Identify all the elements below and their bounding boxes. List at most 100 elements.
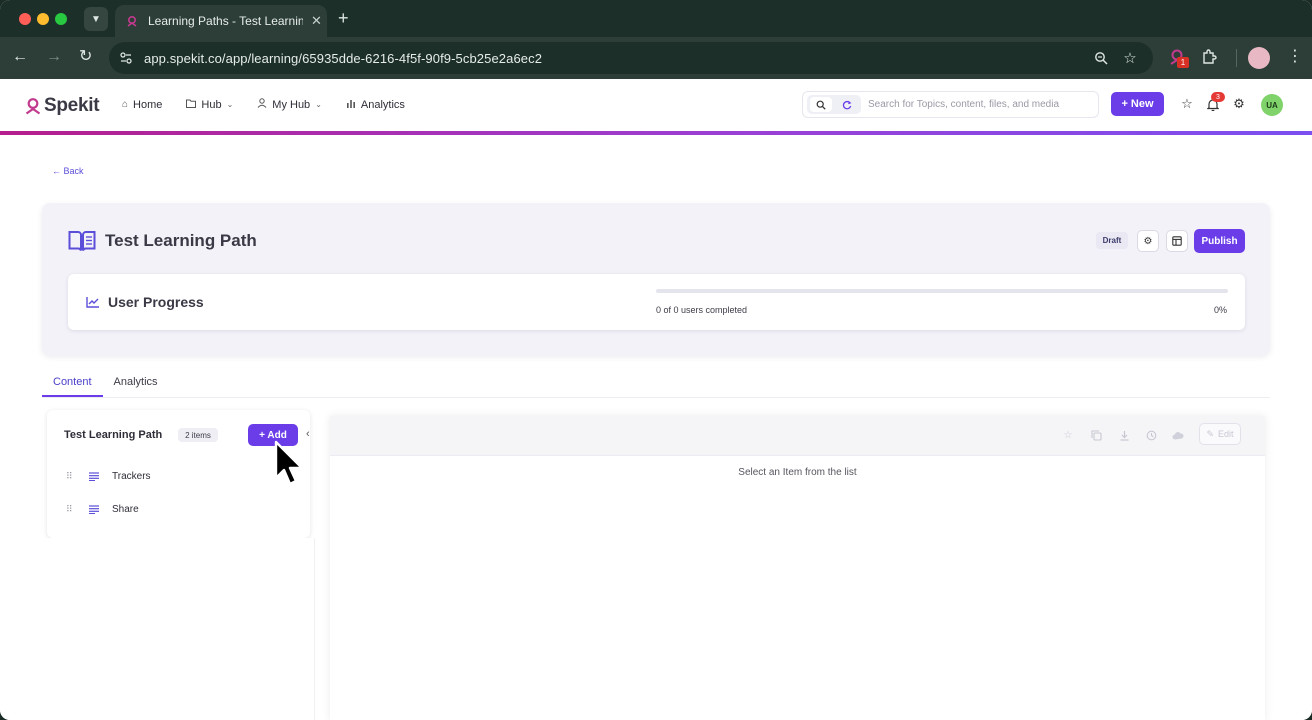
- learning-path-page: ← Back Test Learning Path Draft ⚙ Publis…: [0, 135, 1312, 720]
- star-icon[interactable]: ☆: [1062, 429, 1074, 441]
- learning-path-card: Test Learning Path Draft ⚙ Publish User …: [42, 203, 1270, 355]
- global-search[interactable]: Search for Topics, content, files, and m…: [802, 91, 1099, 118]
- bookmark-star-icon[interactable]: ☆: [1121, 49, 1139, 67]
- chevron-down-icon: ⌄: [315, 100, 322, 109]
- zoom-icon[interactable]: [1092, 49, 1110, 67]
- history-icon[interactable]: [1145, 429, 1157, 441]
- nav-item-analytics[interactable]: Analytics: [346, 99, 405, 111]
- notification-badge: 3: [1211, 92, 1225, 102]
- open-book-icon: [68, 230, 96, 252]
- user-icon: [257, 98, 267, 111]
- status-badge: Draft: [1096, 232, 1128, 249]
- app-header: Spekit ⌂ Home Hub ⌄ My Hub ⌄ Analytics S…: [0, 79, 1312, 131]
- nav-item-home[interactable]: ⌂ Home: [122, 99, 162, 111]
- extension-badge: 1: [1177, 57, 1189, 68]
- nav-label: My Hub: [272, 98, 311, 111]
- logo-text: Spekit: [44, 95, 100, 116]
- copy-icon[interactable]: [1090, 429, 1102, 441]
- list-item-label: Trackers: [112, 470, 151, 482]
- url-text: app.spekit.co/app/learning/65935dde-6216…: [144, 51, 543, 66]
- extensions-puzzle-icon[interactable]: [1200, 48, 1220, 68]
- drag-handle-icon[interactable]: ⠿: [66, 504, 76, 515]
- tab-content[interactable]: Content: [42, 367, 103, 397]
- edit-label: Edit: [1218, 429, 1234, 439]
- address-bar[interactable]: app.spekit.co/app/learning/65935dde-6216…: [109, 42, 1153, 74]
- toolbar-divider: [1236, 49, 1237, 67]
- browser-window: ▼ Learning Paths - Test Learning ✕ + ← →…: [0, 0, 1312, 720]
- browser-menu-icon[interactable]: ⋮: [1287, 47, 1303, 67]
- tab-strip: ▼ Learning Paths - Test Learning ✕ +: [0, 0, 1312, 37]
- mouse-cursor-icon: [274, 440, 304, 486]
- nav-label: Home: [133, 98, 163, 111]
- chevron-down-icon: ▼: [91, 13, 101, 25]
- back-arrow-icon[interactable]: ←: [12, 47, 28, 67]
- download-icon[interactable]: [1118, 429, 1130, 441]
- folder-icon: [186, 99, 197, 111]
- layout-button[interactable]: [1166, 230, 1188, 252]
- nav-item-my-hub[interactable]: My Hub ⌄: [257, 98, 322, 111]
- back-link[interactable]: ← Back: [52, 166, 84, 176]
- maximize-window-button[interactable]: [55, 13, 67, 25]
- settings-button[interactable]: ⚙: [1137, 230, 1159, 252]
- close-tab-icon[interactable]: ✕: [311, 13, 322, 29]
- tabs-divider: [42, 397, 1270, 398]
- search-mode-toggle[interactable]: [807, 95, 861, 114]
- page-title: Test Learning Path: [105, 231, 257, 250]
- detail-toolbar: ☆ ✎ Edit: [330, 416, 1265, 456]
- user-progress-card: User Progress 0 of 0 users completed 0%: [68, 274, 1245, 330]
- drag-handle-icon[interactable]: ⠿: [66, 471, 76, 482]
- layout-icon: [1172, 236, 1182, 246]
- bar-chart-icon: [346, 99, 356, 111]
- pencil-icon: ✎: [1206, 428, 1215, 439]
- forward-arrow-icon[interactable]: →: [46, 47, 62, 67]
- progress-percent: 0%: [1213, 305, 1227, 315]
- reload-icon[interactable]: ↻: [79, 47, 92, 67]
- content-list-panel: Test Learning Path 2 items + Add ‹ ⠿ Tra…: [47, 410, 310, 538]
- tab-search-button[interactable]: ▼: [84, 7, 108, 31]
- tab-title: Learning Paths - Test Learning: [148, 14, 303, 28]
- new-button[interactable]: + New: [1111, 92, 1164, 116]
- list-title: Test Learning Path: [64, 429, 163, 441]
- page-tabs: Content Analytics: [42, 367, 169, 397]
- progress-title: User Progress: [108, 294, 204, 310]
- progress-bar: [656, 289, 1228, 293]
- user-avatar[interactable]: UA: [1261, 94, 1283, 116]
- trend-chart-icon: [86, 295, 100, 308]
- gear-icon: ⚙: [1143, 235, 1153, 247]
- home-icon: ⌂: [122, 99, 129, 110]
- minimize-window-button[interactable]: [37, 13, 49, 25]
- spekit-logo[interactable]: Spekit: [25, 95, 100, 117]
- browser-tab-active[interactable]: Learning Paths - Test Learning ✕: [115, 5, 327, 37]
- spekit-logo-icon: [25, 98, 41, 115]
- gear-icon[interactable]: ⚙: [1232, 96, 1246, 111]
- browser-toolbar: ← → ↻ app.spekit.co/app/learning/65935dd…: [0, 37, 1312, 79]
- item-detail-panel: ☆ ✎ Edit Select an Item from the list: [330, 416, 1265, 720]
- site-info-icon[interactable]: [117, 49, 135, 67]
- nav-label: Hub: [201, 98, 222, 111]
- list-item-label: Share: [112, 503, 139, 515]
- nav-item-hub[interactable]: Hub ⌄: [186, 99, 233, 111]
- progress-text: 0 of 0 users completed: [656, 305, 748, 315]
- main-nav: ⌂ Home Hub ⌄ My Hub ⌄ Analytics: [122, 98, 429, 111]
- document-lines-icon: [89, 471, 99, 481]
- collapse-chevron-icon[interactable]: ‹: [306, 428, 310, 440]
- publish-button[interactable]: Publish: [1194, 229, 1245, 253]
- items-count-badge: 2 items: [178, 428, 218, 442]
- chevron-down-icon: ⌄: [226, 100, 234, 109]
- nav-label: Analytics: [360, 98, 405, 111]
- close-window-button[interactable]: [19, 13, 31, 25]
- empty-state-message: Select an Item from the list: [738, 467, 857, 478]
- search-icon[interactable]: [810, 97, 832, 112]
- salesforce-cloud-icon[interactable]: [1172, 429, 1184, 441]
- edit-button[interactable]: ✎ Edit: [1199, 423, 1241, 445]
- ai-search-icon[interactable]: [836, 97, 858, 112]
- search-placeholder: Search for Topics, content, files, and m…: [868, 99, 1060, 110]
- list-item[interactable]: ⠿ Trackers: [66, 467, 151, 485]
- list-panel-background: [47, 538, 315, 720]
- list-item[interactable]: ⠿ Share: [66, 500, 139, 518]
- tab-analytics[interactable]: Analytics: [103, 367, 169, 397]
- profile-avatar-icon[interactable]: [1248, 47, 1270, 69]
- spekit-favicon-icon: [125, 14, 139, 28]
- new-tab-button[interactable]: +: [338, 8, 349, 28]
- star-icon[interactable]: ☆: [1180, 96, 1194, 111]
